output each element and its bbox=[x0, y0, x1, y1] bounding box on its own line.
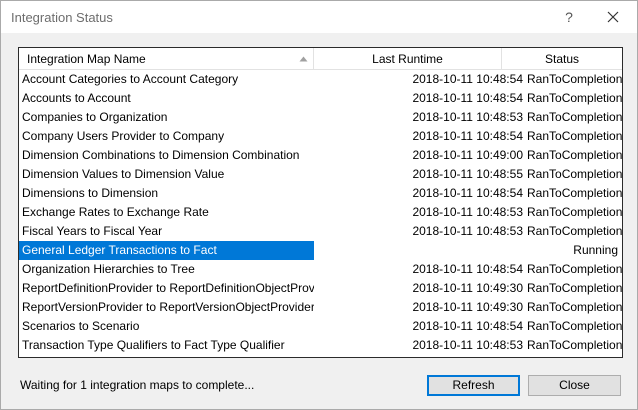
last-runtime: 2018-10-11 10:48:54 bbox=[412, 91, 523, 105]
integration-map-name: Dimension Values to Dimension Value bbox=[22, 167, 225, 181]
status: RanToCompletion bbox=[527, 205, 623, 219]
table-row[interactable]: Dimensions to Dimension 2018-10-11 10:48:… bbox=[19, 184, 622, 203]
table-row[interactable]: Account Categories to Account Category 20… bbox=[19, 70, 622, 89]
status: RanToCompletion bbox=[527, 262, 623, 276]
table-row[interactable]: Fiscal Years to Fiscal Year 2018-10-11 10… bbox=[19, 222, 622, 241]
sort-ascending-icon bbox=[299, 56, 308, 62]
table-row[interactable]: Companies to Organization 2018-10-11 10:4… bbox=[19, 108, 622, 127]
integration-map-name: Accounts to Account bbox=[22, 91, 131, 105]
status: RanToCompletion bbox=[527, 186, 623, 200]
status: RanToCompletion bbox=[527, 338, 623, 352]
close-button[interactable]: Close bbox=[528, 375, 621, 396]
last-runtime: 2018-10-11 10:49:00 bbox=[412, 148, 523, 162]
table-row[interactable]: ReportDefinitionProvider to ReportDefini… bbox=[19, 279, 622, 298]
help-button[interactable]: ? bbox=[554, 5, 584, 29]
last-runtime: 2018-10-11 10:48:55 bbox=[412, 167, 523, 181]
integration-map-name: Exchange Rates to Exchange Rate bbox=[22, 205, 209, 219]
status: Running bbox=[573, 243, 618, 257]
integration-map-name: Company Users Provider to Company bbox=[22, 129, 225, 143]
table-row[interactable]: ReportVersionProvider to ReportVersionOb… bbox=[19, 298, 622, 317]
integration-status-dialog: Integration Status ? Integration Map Nam… bbox=[0, 0, 638, 410]
integration-map-name: General Ledger Transactions to Fact bbox=[19, 241, 314, 260]
status: RanToCompletion bbox=[527, 110, 623, 124]
table-row[interactable]: Accounts to Account 2018-10-11 10:48:54 Ra… bbox=[19, 89, 622, 108]
column-header-last-runtime[interactable]: Last Runtime bbox=[314, 48, 502, 70]
integration-map-name: ReportVersionProvider to ReportVersionOb… bbox=[22, 300, 314, 314]
status: RanToCompletion bbox=[527, 148, 623, 162]
window-title: Integration Status bbox=[11, 10, 113, 25]
integration-map-name: Account Categories to Account Category bbox=[22, 72, 239, 86]
status-message: Waiting for 1 integration maps to comple… bbox=[20, 378, 255, 392]
table-row[interactable]: Transaction Type Qualifiers to Fact Type… bbox=[19, 336, 622, 355]
status: RanToCompletion bbox=[527, 319, 623, 333]
grid-header: Integration Map Name Last Runtime Status bbox=[19, 48, 622, 70]
last-runtime: 2018-10-11 10:48:54 bbox=[412, 319, 523, 333]
status: RanToCompletion bbox=[527, 91, 623, 105]
status: RanToCompletion bbox=[527, 281, 623, 295]
integration-map-name: Transaction Type Qualifiers to Fact Type… bbox=[22, 338, 285, 352]
status: RanToCompletion bbox=[527, 224, 623, 238]
last-runtime: 2018-10-11 10:48:54 bbox=[412, 262, 523, 276]
status: RanToCompletion bbox=[527, 300, 623, 314]
status: RanToCompletion bbox=[527, 72, 623, 86]
column-header-name[interactable]: Integration Map Name bbox=[19, 48, 314, 70]
column-header-status[interactable]: Status bbox=[502, 48, 622, 70]
close-window-button[interactable] bbox=[598, 5, 628, 29]
table-row[interactable]: Company Users Provider to Company 2018-10… bbox=[19, 127, 622, 146]
close-icon bbox=[607, 11, 619, 23]
last-runtime: 2018-10-11 10:49:30 bbox=[412, 300, 523, 314]
last-runtime: 2018-10-11 10:48:53 bbox=[412, 205, 523, 219]
last-runtime: 2018-10-11 10:48:54 bbox=[412, 129, 523, 143]
integration-map-name: Organization Hierarchies to Tree bbox=[22, 262, 195, 276]
status: RanToCompletion bbox=[527, 129, 623, 143]
last-runtime: 2018-10-11 10:48:54 bbox=[412, 72, 523, 86]
table-row[interactable]: Exchange Rates to Exchange Rate 2018-10-1… bbox=[19, 203, 622, 222]
integration-map-name: Dimensions to Dimension bbox=[22, 186, 159, 200]
integration-map-name: Fiscal Years to Fiscal Year bbox=[22, 224, 163, 238]
table-row[interactable]: Dimension Values to Dimension Value 2018-… bbox=[19, 165, 622, 184]
last-runtime: 2018-10-11 10:48:53 bbox=[412, 224, 523, 238]
integration-map-name: Scenarios to Scenario bbox=[22, 319, 140, 333]
status: RanToCompletion bbox=[527, 167, 623, 181]
integration-map-name: Dimension Combinations to Dimension Comb… bbox=[22, 148, 300, 162]
last-runtime: 2018-10-11 10:48:54 bbox=[412, 186, 523, 200]
integration-map-name: Companies to Organization bbox=[22, 110, 168, 124]
last-runtime: 2018-10-11 10:49:30 bbox=[412, 281, 523, 295]
title-bar: Integration Status ? bbox=[1, 1, 637, 33]
last-runtime: 2018-10-11 10:48:53 bbox=[412, 338, 523, 352]
table-row[interactable]: Dimension Combinations to Dimension Comb… bbox=[19, 146, 622, 165]
integration-map-name: ReportDefinitionProvider to ReportDefini… bbox=[22, 281, 314, 295]
table-row[interactable]: Scenarios to Scenario 2018-10-11 10:48:54… bbox=[19, 317, 622, 336]
last-runtime: 2018-10-11 10:48:53 bbox=[412, 110, 523, 124]
table-row[interactable]: General Ledger Transactions to Fact Runni… bbox=[19, 241, 622, 260]
table-row[interactable]: Organization Hierarchies to Tree 2018-10-… bbox=[19, 260, 622, 279]
integration-grid[interactable]: Integration Map Name Last Runtime Status… bbox=[18, 47, 623, 358]
refresh-button[interactable]: Refresh bbox=[427, 375, 520, 396]
